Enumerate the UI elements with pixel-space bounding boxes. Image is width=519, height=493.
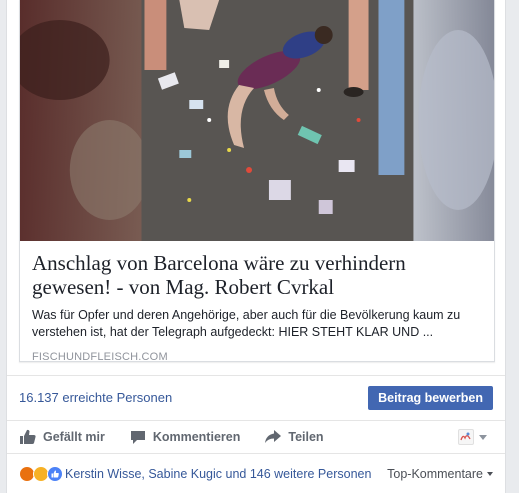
boost-post-button[interactable]: Beitrag bewerben	[368, 385, 493, 410]
link-domain: FISCHUNDFLEISCH.COM	[32, 351, 168, 363]
comment-label: Kommentieren	[152, 430, 241, 444]
thumbs-up-icon	[19, 429, 37, 445]
link-title[interactable]: Anschlag von Barcelona wäre zu verhinder…	[32, 251, 482, 299]
like-button[interactable]: Gefällt mir	[19, 429, 105, 445]
reach-count-link[interactable]: 16.137 erreichte Personen	[19, 390, 172, 405]
like-reaction-icon	[47, 466, 63, 482]
reactions-bar: Kerstin Wisse, Sabine Kugic und 146 weit…	[7, 455, 505, 493]
feed-post: Anschlag von Barcelona wäre zu verhinder…	[6, 0, 506, 493]
post-insights-bar: 16.137 erreichte Personen Beitrag bewerb…	[7, 375, 505, 419]
post-as-page-selector[interactable]	[458, 429, 487, 445]
page-avatar-icon	[458, 429, 474, 445]
link-preview-image[interactable]	[20, 0, 494, 241]
link-description: Was für Opfer und deren Angehörige, aber…	[32, 308, 461, 339]
share-arrow-icon	[264, 429, 282, 445]
caret-down-icon	[487, 472, 493, 476]
reaction-icons[interactable]	[19, 466, 63, 482]
comment-sort-label: Top-Kommentare	[387, 467, 483, 481]
like-label: Gefällt mir	[43, 430, 105, 444]
comment-button[interactable]: Kommentieren	[129, 429, 241, 445]
link-preview-card[interactable]: Anschlag von Barcelona wäre zu verhinder…	[19, 0, 495, 363]
comment-icon	[129, 429, 147, 445]
reactors-summary-link[interactable]: Kerstin Wisse, Sabine Kugic und 146 weit…	[65, 467, 371, 481]
comment-sort-dropdown[interactable]: Top-Kommentare	[387, 467, 493, 481]
chevron-down-icon	[479, 434, 487, 440]
share-label: Teilen	[288, 430, 324, 444]
share-button[interactable]: Teilen	[264, 429, 324, 445]
street-scene-image	[20, 0, 494, 241]
post-actions-bar: Gefällt mir Kommentieren Teilen	[7, 420, 505, 454]
